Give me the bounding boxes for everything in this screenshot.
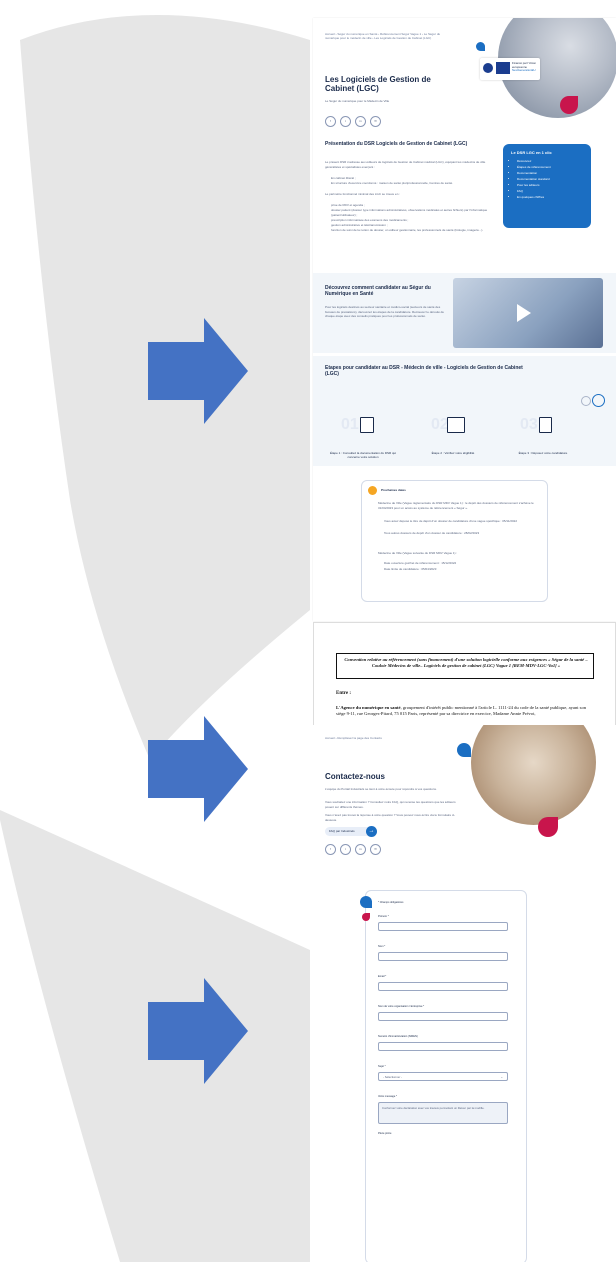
- linkedin-icon[interactable]: in: [355, 844, 366, 855]
- step-number: 01: [341, 416, 359, 433]
- mail-icon[interactable]: ✉: [370, 116, 381, 127]
- facebook-icon[interactable]: f: [325, 844, 336, 855]
- dates-text: Médecine de Ville (Vague suivante du DSR…: [378, 551, 458, 555]
- presentation-bullet: gestion administrative et télétransmissi…: [331, 223, 388, 227]
- chevron-down-icon: ⌄: [500, 1075, 503, 1079]
- twitter-icon[interactable]: t: [340, 844, 351, 855]
- doc-agency: L'Agence du numérique en santé, groupeme…: [336, 705, 596, 717]
- firstname-field[interactable]: [378, 922, 508, 931]
- presentation-text: Le présent DSR s'adresse aux éditeurs de…: [325, 160, 486, 169]
- arrow-right-icon[interactable]: →: [366, 826, 377, 837]
- search-document-icon: [447, 417, 465, 433]
- presentation-bullet: En structure d'exercice coordonné : mais…: [331, 181, 453, 185]
- subject-select-value: - Sélectionner -: [383, 1075, 402, 1079]
- faq-button-label: FAQ par Industriels: [329, 829, 355, 833]
- contact-intro: Vous souhaitez une information ? Consult…: [325, 800, 456, 809]
- upcoming-dates-card: Prochaines dates Médecine de Ville (Vagu…: [361, 480, 548, 602]
- doc-agency-name: L'Agence du numérique en santé: [336, 705, 401, 710]
- mail-icon[interactable]: ✉: [370, 844, 381, 855]
- arrow-icon: [148, 716, 248, 822]
- lastname-field[interactable]: [378, 952, 508, 961]
- document-icon: [360, 417, 374, 433]
- dates-title: Prochaines dates: [381, 488, 406, 492]
- step-label: Étape 3 : Déposez votre candidature: [518, 451, 568, 455]
- carousel-prev[interactable]: [581, 396, 591, 406]
- contact-page-screenshot: Accueil › Remplissez la page des Contact…: [313, 725, 616, 1262]
- step-label: Étape 2 : Vérifiez votre éligibilité: [431, 451, 475, 455]
- eu-badge-sub: NextGenerationEU: [512, 68, 536, 72]
- presentation-title: Présentation du DSR Logiciels de Gestion…: [325, 141, 468, 147]
- eu-badge: Financé par l'Union européenne NextGener…: [480, 58, 540, 80]
- field-label: Email *: [378, 975, 387, 978]
- dsr-quick-links: Le DSR LGC en 1 clic Découvrez Étapes de…: [503, 144, 591, 228]
- dates-text: Médecine de Ville (Vague réglementaire d…: [378, 501, 534, 510]
- presentation-text: Le périmètre fonctionnel minimal des LGC…: [325, 192, 401, 196]
- email-field[interactable]: [378, 982, 508, 991]
- message-textarea-value: Conformez votre déclaration avec vos tra…: [382, 1106, 485, 1110]
- linkedin-icon[interactable]: in: [355, 116, 366, 127]
- field-label: Votre message *: [378, 1095, 398, 1098]
- presentation-bullet: fonction de suivi de la notion de dossie…: [331, 228, 484, 232]
- red-dot: [538, 817, 558, 837]
- video-player[interactable]: [453, 278, 603, 348]
- facebook-icon[interactable]: f: [325, 116, 336, 127]
- field-label: Nom *: [378, 945, 386, 948]
- hero-image: [453, 725, 616, 845]
- breadcrumb: Accueil › Remplissez la page des Contact…: [325, 736, 382, 740]
- video-text: Pour les logiciels destinés au secteur s…: [325, 305, 444, 318]
- field-label: Prénom *: [378, 915, 389, 918]
- doc-entre: Entre :: [336, 691, 352, 696]
- presentation-bullet: dossier patient (dossier type informatio…: [331, 208, 488, 217]
- blue-drop: [360, 896, 372, 908]
- play-icon[interactable]: [517, 304, 531, 322]
- siren-field[interactable]: [378, 1042, 508, 1051]
- dates-bullet: Vous aviez déposé le titre de dépôt d'un…: [384, 519, 518, 523]
- page-title: Les Logiciels de Gestion de Cabinet (LGC…: [325, 75, 431, 93]
- dates-bullet: Date limite de candidature : 05/04/2023: [384, 567, 437, 571]
- lgc-page-screenshot: Accueil › Ségur du numérique en Santé › …: [313, 18, 616, 621]
- red-dot: [362, 913, 370, 921]
- red-dot: [560, 96, 578, 114]
- page-title: Contactez-nous: [325, 772, 385, 781]
- doc-title: Convention relative au référencement (sa…: [344, 657, 588, 668]
- organization-field[interactable]: [378, 1012, 508, 1021]
- quick-links-title: Le DSR LGC en 1 clic: [511, 150, 552, 155]
- field-label: Numéro d'immatriculation (SIREN): [378, 1035, 418, 1038]
- steps-title: Etapes pour candidater au DSR - Médecin …: [325, 365, 523, 377]
- video-title: Découvrez comment candidater au Ségur du…: [325, 285, 431, 297]
- contact-form: * Champs obligatoires Prénom * Nom * Ema…: [360, 890, 527, 1262]
- contact-intro: Vous n'avez pas trouvé la réponse à votr…: [325, 813, 456, 822]
- step-number: 03: [520, 416, 538, 433]
- presentation-bullet: En cabinet libéral ;: [331, 176, 356, 180]
- page-subtitle: Le Ségur du numérique pour le Médecin de…: [325, 99, 390, 103]
- step-label: Étape 1 : Consultez la documentation du …: [329, 451, 397, 459]
- presentation-bullet: prise de RDV et agenda ;: [331, 203, 365, 207]
- blue-drop: [476, 42, 485, 51]
- hero-image: Financé par l'Union européenne NextGener…: [476, 18, 616, 138]
- quick-link[interactable]: En quelques chiffres: [517, 194, 591, 200]
- social-share: f t in ✉: [325, 116, 381, 127]
- laptop-photo: [471, 725, 596, 825]
- presentation-bullet: prescription informatisée des examens de…: [331, 218, 409, 222]
- field-label: Pièce jointe: [378, 1132, 392, 1135]
- dates-bullet: Tous autres dossiers de dépôt d'un dossi…: [384, 531, 480, 535]
- calendar-icon: [368, 486, 377, 495]
- arrow-icon: [148, 318, 248, 424]
- subject-select[interactable]: - Sélectionner - ⌄: [378, 1072, 508, 1081]
- breadcrumb: Accueil › Ségur du numérique en Santé › …: [325, 32, 441, 40]
- doc-title-box: Convention relative au référencement (sa…: [336, 653, 594, 679]
- field-label: Sujet *: [378, 1065, 386, 1068]
- social-share: f t in ✉: [325, 844, 381, 855]
- clipboard-icon: [539, 417, 552, 433]
- blue-drop: [457, 743, 471, 757]
- field-label: Nom de votre organisation / Entreprise *: [378, 1005, 425, 1008]
- carousel-next[interactable]: [592, 394, 605, 407]
- twitter-icon[interactable]: t: [340, 116, 351, 127]
- dates-bullet: Date ouverture guichet de référencement …: [384, 561, 457, 565]
- message-textarea[interactable]: Conformez votre déclaration avec vos tra…: [378, 1102, 508, 1124]
- arrow-icon: [148, 978, 248, 1084]
- required-note: * Champs obligatoires: [378, 901, 404, 904]
- contact-intro: L'équipe du Portail Industriels se tient…: [325, 787, 437, 791]
